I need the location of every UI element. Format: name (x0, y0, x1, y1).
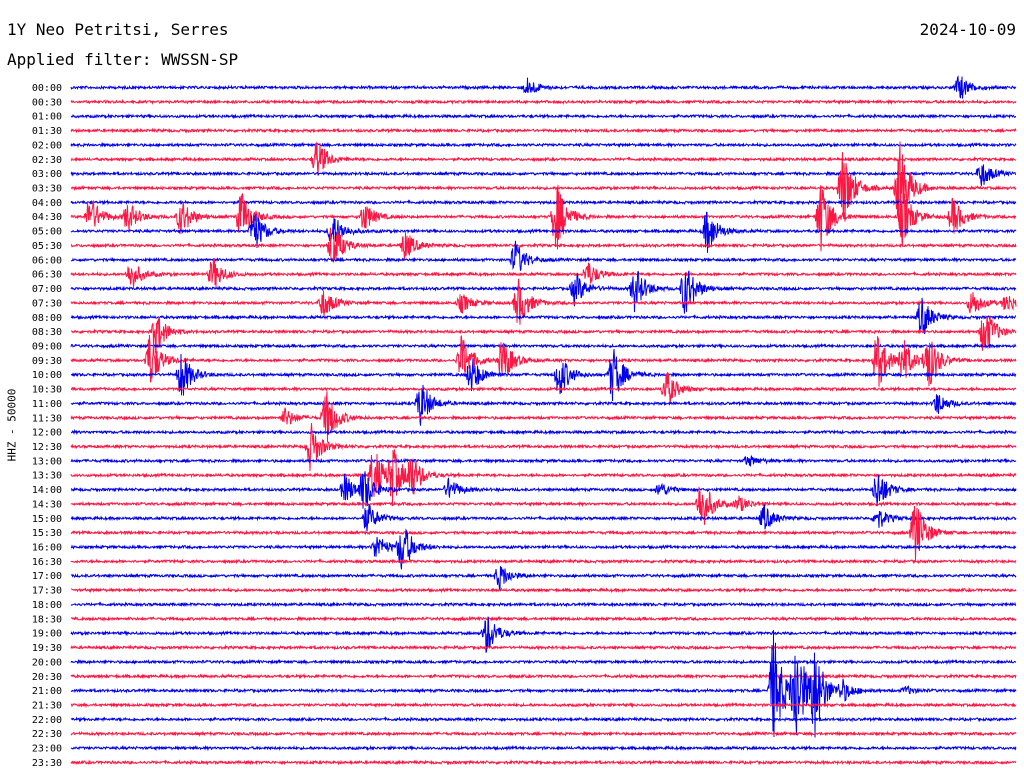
hour-tick-label: 10:00 (32, 370, 62, 381)
helicorder-plot: 00:00 00:30 01:00 01:30 02:00 02:30 03:00 03:30… (32, 75, 1017, 769)
hour-tick-label: 01:30 (32, 126, 62, 137)
hour-tick-label: 12:30 (32, 442, 62, 453)
trace-line-11:30 (70, 391, 1017, 442)
hour-tick-label: 19:00 (32, 629, 62, 640)
hour-tick-label: 15:30 (32, 528, 62, 539)
trace-line-21:30 (70, 701, 1017, 709)
hour-tick-label: 01:00 (32, 112, 62, 123)
hour-tick-label: 23:00 (32, 744, 62, 755)
hour-tick-label: 22:30 (32, 729, 62, 740)
trace-line-17:30 (70, 586, 1017, 594)
hour-tick-label: 09:00 (32, 341, 62, 352)
hour-tick-label: 02:30 (32, 155, 62, 166)
hour-tick-label: 04:00 (32, 198, 62, 209)
hour-tick-label: 16:00 (32, 543, 62, 554)
hour-tick-label: 05:00 (32, 227, 62, 238)
trace-line-00:00 (70, 75, 1017, 99)
hour-tick-label: 10:30 (32, 385, 62, 396)
trace-line-22:00 (70, 715, 1017, 723)
hour-tick-label: 12:00 (32, 428, 62, 439)
hour-tick-label: 22:00 (32, 715, 62, 726)
trace-line-06:30 (70, 258, 1017, 288)
hour-tick-label: 07:30 (32, 298, 62, 309)
hour-tick-label: 00:30 (32, 97, 62, 108)
hour-tick-label: 04:30 (32, 212, 62, 223)
hour-tick-label: 06:30 (32, 270, 62, 281)
hour-tick-label: 17:00 (32, 571, 62, 582)
trace-line-01:30 (70, 127, 1017, 134)
hour-tick-label: 06:00 (32, 255, 62, 266)
hour-tick-label: 17:30 (32, 586, 62, 597)
hour-tick-label: 08:00 (32, 313, 62, 324)
hour-tick-label: 14:00 (32, 485, 62, 496)
trace-line-18:30 (70, 615, 1017, 623)
hour-tick-label: 18:00 (32, 600, 62, 611)
hour-tick-label: 15:00 (32, 514, 62, 525)
hour-tick-label: 02:00 (32, 140, 62, 151)
trace-line-09:00 (70, 342, 1017, 350)
hour-tick-label: 18:30 (32, 614, 62, 625)
trace-line-23:00 (70, 744, 1017, 752)
trace-line-16:30 (70, 558, 1017, 565)
trace-line-02:30 (70, 141, 1017, 176)
hour-tick-label: 13:30 (32, 471, 62, 482)
hour-tick-label: 16:30 (32, 557, 62, 568)
hour-tick-label: 08:30 (32, 327, 62, 338)
hour-tick-label: 07:00 (32, 284, 62, 295)
y-axis-labels: 00:00 00:30 01:00 01:30 02:00 02:30 03:00 03:30… (32, 83, 62, 769)
trace-line-20:00 (70, 658, 1017, 666)
hour-tick-label: 00:00 (32, 83, 62, 94)
trace-line-02:00 (70, 141, 1017, 149)
trace-line-13:00 (70, 455, 1017, 467)
hour-tick-label: 05:30 (32, 241, 62, 252)
trace-line-15:00 (70, 503, 1017, 532)
trace-line-15:30 (70, 505, 1017, 561)
trace-line-22:30 (70, 730, 1017, 738)
hour-tick-label: 23:30 (32, 758, 62, 769)
hour-tick-label: 20:30 (32, 672, 62, 683)
hour-tick-label: 03:30 (32, 184, 62, 195)
trace-line-19:30 (70, 644, 1017, 651)
trace-lines (70, 75, 1017, 766)
hour-tick-label: 03:00 (32, 169, 62, 180)
hour-tick-label: 11:30 (32, 413, 62, 424)
hour-tick-label: 09:30 (32, 356, 62, 367)
trace-line-11:00 (70, 384, 1017, 426)
trace-line-16:00 (71, 528, 1017, 570)
trace-line-00:30 (70, 98, 1017, 106)
trace-line-01:00 (70, 112, 1017, 120)
trace-line-12:30 (70, 422, 1017, 472)
trace-line-12:00 (70, 428, 1017, 436)
trace-line-17:00 (70, 566, 1017, 592)
trace-line-03:00 (70, 164, 1017, 186)
hour-tick-label: 19:30 (32, 643, 62, 654)
trace-line-04:30 (70, 184, 1016, 252)
trace-line-20:30 (70, 672, 1017, 680)
hour-tick-label: 11:00 (32, 399, 62, 410)
trace-line-23:30 (70, 759, 1017, 766)
trace-line-04:00 (70, 199, 1017, 206)
trace-line-05:30 (70, 227, 1017, 263)
hour-tick-label: 21:00 (32, 686, 62, 697)
trace-line-18:00 (70, 601, 1017, 608)
hour-tick-label: 14:30 (32, 499, 62, 510)
hour-tick-label: 13:00 (32, 456, 62, 467)
hour-tick-label: 20:00 (32, 657, 62, 668)
trace-line-09:30 (70, 334, 1017, 387)
hour-tick-label: 21:30 (32, 700, 62, 711)
